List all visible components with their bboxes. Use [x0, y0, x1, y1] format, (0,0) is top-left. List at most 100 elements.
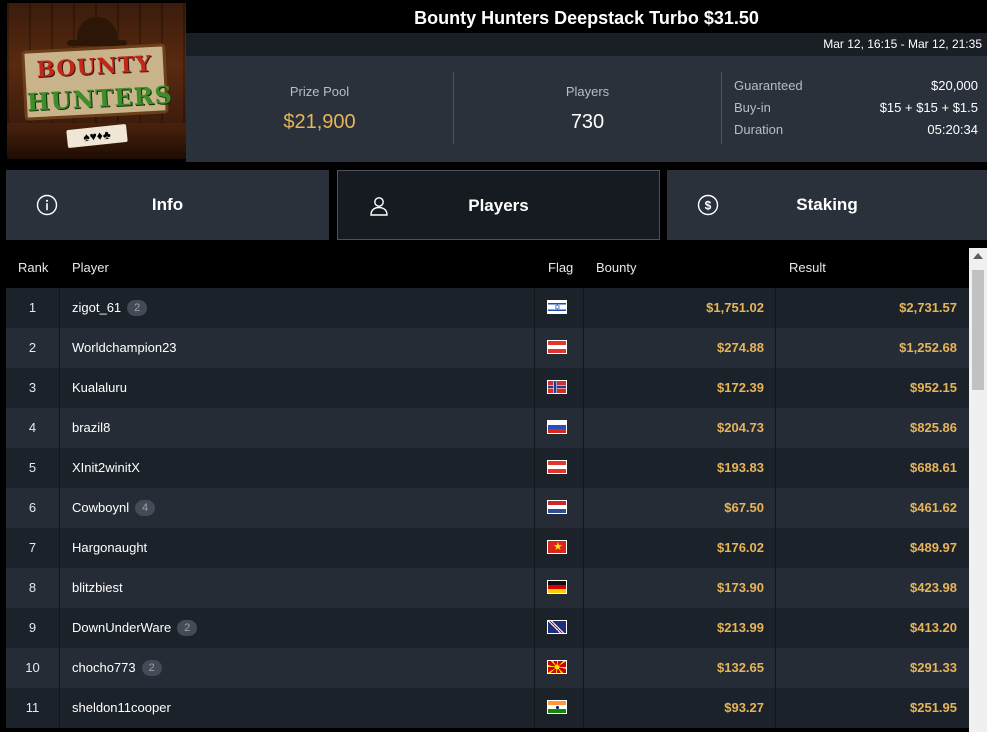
- table-row[interactable]: 8 blitzbiest $173.90 $423.98: [6, 568, 969, 608]
- flag-austria-icon: [547, 460, 567, 474]
- logo-text-top: BOUNTY: [35, 51, 153, 84]
- row-player[interactable]: brazil8: [72, 408, 110, 448]
- row-rank: 7: [28, 540, 37, 555]
- row-rank: 1: [28, 300, 37, 315]
- row-bounty: $173.90: [717, 580, 764, 595]
- flag-norway-icon: [547, 380, 567, 394]
- player-name[interactable]: Cowboynl: [72, 488, 129, 528]
- player-name[interactable]: blitzbiest: [72, 568, 123, 608]
- row-player[interactable]: blitzbiest: [72, 568, 123, 608]
- vertical-scrollbar[interactable]: [969, 248, 987, 732]
- reentry-count-badge: 2: [177, 620, 198, 636]
- row-bounty: $132.65: [717, 660, 764, 675]
- row-bounty: $213.99: [717, 620, 764, 635]
- player-name[interactable]: Kualaluru: [72, 368, 127, 408]
- detail-buy-in: Buy-in $15 + $15 + $1.5: [734, 100, 978, 122]
- scrollbar-thumb[interactable]: [972, 270, 984, 390]
- tournament-title: Bounty Hunters Deepstack Turbo $31.50: [414, 8, 759, 28]
- row-rank: 9: [28, 620, 37, 635]
- column-divider: [59, 488, 60, 528]
- tab-info[interactable]: Info: [6, 170, 329, 240]
- column-divider: [534, 368, 535, 408]
- column-divider: [59, 288, 60, 328]
- player-name[interactable]: chocho773: [72, 648, 136, 688]
- row-player[interactable]: chocho773 2: [72, 648, 162, 688]
- row-player[interactable]: sheldon11cooper: [72, 688, 171, 728]
- player-name[interactable]: zigot_61: [72, 288, 121, 328]
- header-flag[interactable]: Flag: [548, 248, 573, 288]
- row-rank: 10: [25, 660, 40, 675]
- table-row[interactable]: 6 Cowboynl 4 $67.50 $461.62: [6, 488, 969, 528]
- row-bounty: $274.88: [717, 340, 764, 355]
- row-bounty: $67.50: [724, 500, 764, 515]
- row-player[interactable]: Kualaluru: [72, 368, 127, 408]
- row-bounty: $93.27: [724, 700, 764, 715]
- tab-staking-label: Staking: [796, 195, 858, 214]
- header-result[interactable]: Result: [789, 248, 826, 288]
- players-value: 730: [570, 111, 605, 133]
- column-divider: [59, 368, 60, 408]
- player-name[interactable]: Hargonaught: [72, 528, 147, 568]
- row-bounty: $204.73: [717, 420, 764, 435]
- players-table-header: Rank Player Flag Bounty Result: [6, 248, 969, 288]
- row-rank: 11: [25, 700, 40, 715]
- row-result: $251.95: [910, 700, 957, 715]
- players-table-body: 1 zigot_61 2 ✡ $1,751.02 $2,731.57 2 Worldchamp…: [6, 288, 969, 732]
- player-name[interactable]: brazil8: [72, 408, 110, 448]
- row-player[interactable]: XInit2winitX: [72, 448, 140, 488]
- detail-label: Duration: [734, 122, 784, 137]
- detail-value: $15 + $15 + $1.5: [879, 100, 978, 115]
- column-divider: [534, 288, 535, 328]
- table-row[interactable]: 3 Kualaluru $172.39 $952.15: [6, 368, 969, 408]
- header-player[interactable]: Player: [72, 248, 109, 288]
- row-rank: 5: [28, 460, 37, 475]
- scroll-up-arrow-icon[interactable]: [973, 253, 983, 259]
- row-result: $489.97: [910, 540, 957, 555]
- flag-russia-icon: [547, 420, 567, 434]
- player-name[interactable]: DownUnderWare: [72, 608, 171, 648]
- row-rank: 2: [28, 340, 37, 355]
- row-player[interactable]: Cowboynl 4: [72, 488, 156, 528]
- table-row[interactable]: 1 zigot_61 2 ✡ $1,751.02 $2,731.57: [6, 288, 969, 328]
- flag-new-zealand-icon: [547, 620, 567, 634]
- column-divider: [534, 648, 535, 688]
- column-divider: [534, 688, 535, 728]
- prize-pool-label: Prize Pool: [289, 84, 350, 99]
- row-bounty: $193.83: [717, 460, 764, 475]
- tab-players[interactable]: Players: [337, 170, 660, 240]
- table-row[interactable]: 9 DownUnderWare 2 $213.99 $413.20: [6, 608, 969, 648]
- row-player[interactable]: zigot_61 2: [72, 288, 148, 328]
- column-divider: [59, 608, 60, 648]
- table-row[interactable]: 11 sheldon11cooper $93.27 $251.95: [6, 688, 969, 728]
- column-divider: [534, 528, 535, 568]
- tournament-logo: BOUNTY HUNTERS ♠♥♦♣: [7, 3, 186, 159]
- table-row[interactable]: 4 brazil8 $204.73 $825.86: [6, 408, 969, 448]
- column-divider: [534, 328, 535, 368]
- row-result: $2,731.57: [899, 300, 957, 315]
- column-divider: [59, 648, 60, 688]
- flag-netherlands-icon: [547, 500, 567, 514]
- row-player[interactable]: Hargonaught: [72, 528, 147, 568]
- header-bounty[interactable]: Bounty: [596, 248, 636, 288]
- column-divider: [59, 688, 60, 728]
- row-result: $1,252.68: [899, 340, 957, 355]
- header-rank[interactable]: Rank: [18, 248, 48, 288]
- detail-duration: Duration 05:20:34: [734, 122, 978, 144]
- player-name[interactable]: sheldon11cooper: [72, 688, 171, 728]
- table-row[interactable]: 7 Hargonaught ★ $176.02 $489.97: [6, 528, 969, 568]
- flag-germany-icon: [547, 580, 567, 594]
- player-name[interactable]: Worldchampion23: [72, 328, 177, 368]
- row-bounty: $172.39: [717, 380, 764, 395]
- row-result: $413.20: [910, 620, 957, 635]
- row-result: $825.86: [910, 420, 957, 435]
- player-name[interactable]: XInit2winitX: [72, 448, 140, 488]
- table-row[interactable]: 10 chocho773 2 $132.65 $291.33: [6, 648, 969, 688]
- table-row[interactable]: 5 XInit2winitX $193.83 $688.61: [6, 448, 969, 488]
- flag-israel-icon: ✡: [547, 300, 567, 314]
- table-row[interactable]: 2 Worldchampion23 $274.88 $1,252.68: [6, 328, 969, 368]
- row-player[interactable]: DownUnderWare 2: [72, 608, 198, 648]
- detail-guaranteed: Guaranteed $20,000: [734, 78, 978, 100]
- tab-staking[interactable]: $ Staking: [667, 170, 987, 240]
- flag-north-macedonia-icon: [547, 660, 567, 674]
- row-player[interactable]: Worldchampion23: [72, 328, 177, 368]
